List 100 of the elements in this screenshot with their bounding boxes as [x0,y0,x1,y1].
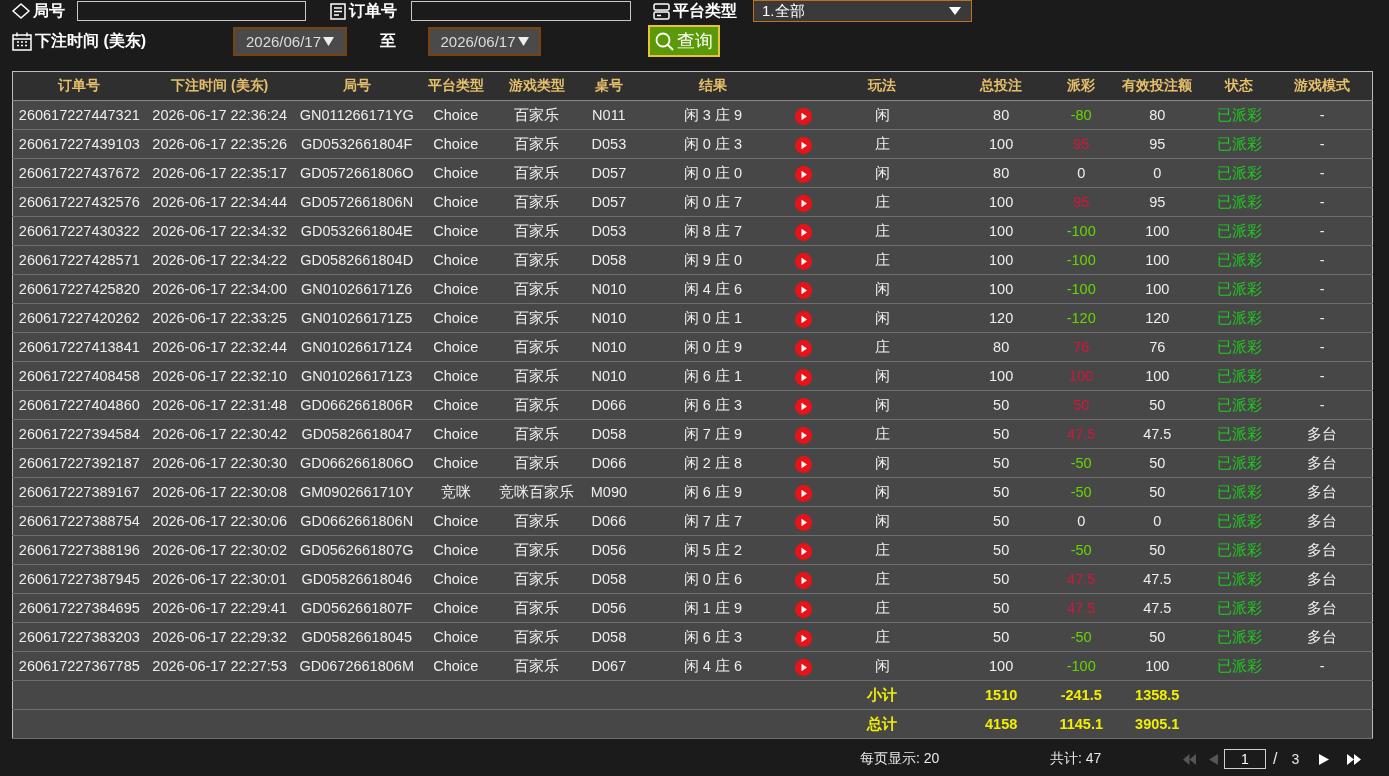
table-cell: 多台 [1272,448,1373,478]
page-separator: / [1273,750,1278,768]
table-cell: 2026-06-17 22:30:06 [145,506,294,536]
table-cell: 百家乐 [491,564,582,594]
table-cell: 百家乐 [491,361,582,391]
table-cell: GD0582661804D [293,245,420,275]
play-icon[interactable] [794,513,812,531]
table-cell: 小计 [816,680,949,710]
table-cell: 庄 [816,622,949,652]
table-cell: GD0662661806N [293,506,420,536]
table-cell: 已派彩 [1206,564,1273,594]
table-cell: 多台 [1272,564,1373,594]
table-cell: 已派彩 [1206,622,1273,652]
text-field[interactable] [411,1,631,21]
table-cell: 百家乐 [491,419,582,449]
table-cell: 多台 [1272,535,1373,565]
table-cell: Choice [419,187,492,217]
right-triangle-icon[interactable] [1319,753,1330,765]
text-field[interactable] [77,1,306,21]
play-icon[interactable] [794,223,812,241]
play-icon[interactable] [794,484,812,502]
table-cell: 已派彩 [1206,216,1273,246]
table-cell: 2026-06-17 22:30:01 [145,564,294,594]
table-cell: 已派彩 [1206,477,1273,507]
double-right-triangle-icon[interactable] [1347,753,1362,765]
table-cell: D058 [581,564,636,594]
table-cell: 260617227428571 [12,245,146,275]
table-cell: 闲 0 庄 6 [635,564,790,594]
table-cell: D056 [581,535,636,565]
play-icon[interactable] [794,368,812,386]
table-cell: 庄 [816,216,949,246]
table-cell: 2026-06-17 22:30:30 [145,448,294,478]
table-cell: 80 [948,100,1055,130]
table-cell: 百家乐 [491,593,582,623]
query-button[interactable]: 查询 [648,25,720,57]
platform-select[interactable]: 1.全部 [753,0,972,22]
table-cell: 0 [1108,158,1207,188]
table-cell: 260617227383203 [12,622,146,652]
play-icon[interactable] [794,426,812,444]
caret-icon [323,36,335,46]
table-cell: 庄 [816,535,949,565]
table-cell: D053 [581,129,636,159]
table-cell: D058 [581,245,636,275]
table-cell: 闲 [816,274,949,304]
page-input[interactable]: 1 [1224,749,1266,769]
table-cell: - [1272,100,1373,130]
table-cell: 2026-06-17 22:31:48 [145,390,294,420]
table-cell: 2026-06-17 22:29:32 [145,622,294,652]
play-icon[interactable] [794,629,812,647]
play-icon[interactable] [794,310,812,328]
play-icon[interactable] [794,339,812,357]
play-icon[interactable] [794,542,812,560]
date-select[interactable]: 2026/06/17 [428,26,541,56]
table-cell: 闲 [816,361,949,391]
table-cell: 2026-06-17 22:27:53 [145,651,294,681]
table-cell: Choice [419,129,492,159]
play-icon[interactable] [794,136,812,154]
table-cell: 多台 [1272,477,1373,507]
table-cell: 100 [948,187,1055,217]
table-cell: GD0562661807F [293,593,420,623]
play-icon[interactable] [794,252,812,270]
table-cell: 闲 8 庄 7 [635,216,790,246]
table-cell: - [1272,390,1373,420]
table-cell: 47.5 [1054,564,1109,594]
table-cell: 50 [948,535,1055,565]
column-header: 总投注 [948,71,1055,101]
table-cell: 47.5 [1108,593,1207,623]
play-icon[interactable] [794,281,812,299]
table-cell: D058 [581,419,636,449]
play-icon[interactable] [794,107,812,125]
play-icon[interactable] [794,455,812,473]
table-cell: GD0532661804F [293,129,420,159]
table-cell: 50 [948,477,1055,507]
calendar-icon [12,31,32,51]
table-cell: 260617227425820 [12,274,146,304]
table-cell: 闲 6 庄 1 [635,361,790,391]
table-cell: 100 [948,245,1055,275]
table-cell: 百家乐 [491,448,582,478]
table-cell: D057 [581,187,636,217]
play-icon[interactable] [794,571,812,589]
table-cell: -100 [1054,651,1109,681]
table-cell: 庄 [816,129,949,159]
play-icon[interactable] [794,600,812,618]
column-header: 状态 [1206,71,1273,101]
table-cell: 2026-06-17 22:34:22 [145,245,294,275]
play-icon[interactable] [794,194,812,212]
table-cell: 100 [1108,245,1207,275]
play-icon[interactable] [794,658,812,676]
table-cell: GD0662661806O [293,448,420,478]
table-cell: 闲 4 庄 6 [635,274,790,304]
column-header: 派彩 [1054,71,1109,101]
table-cell: 闲 [816,100,949,130]
play-icon[interactable] [794,165,812,183]
table-cell: 已派彩 [1206,187,1273,217]
table-cell: 120 [948,303,1055,333]
play-icon[interactable] [794,397,812,415]
date-select[interactable]: 2026/06/17 [233,26,347,56]
table-cell: Choice [419,593,492,623]
table-cell: 260617227388754 [12,506,146,536]
table-cell: 闲 0 庄 9 [635,332,790,362]
